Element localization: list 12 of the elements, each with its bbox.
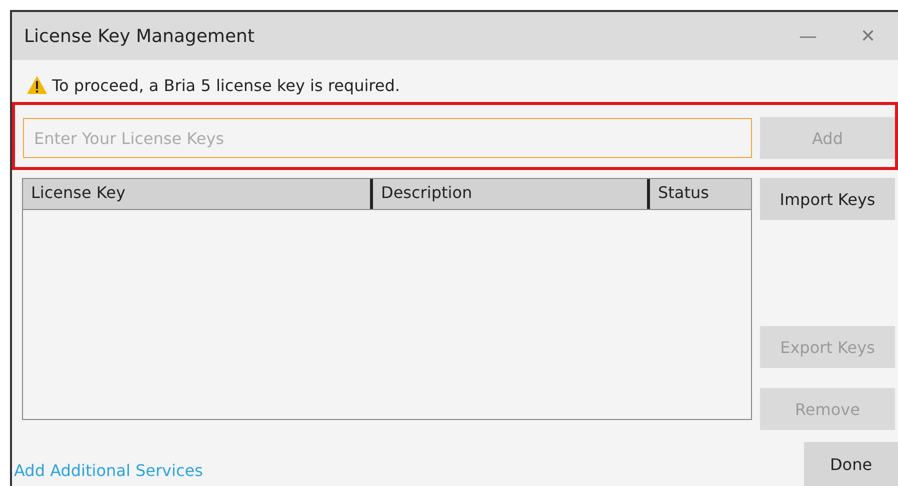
- close-button[interactable]: ✕: [838, 24, 898, 48]
- column-header[interactable]: Status: [650, 179, 751, 209]
- done-button[interactable]: Done: [804, 442, 898, 486]
- add-services-link[interactable]: Add Additional Services: [14, 461, 203, 486]
- minimize-button[interactable]: —: [778, 24, 838, 48]
- warning-message: To proceed, a Bria 5 license key is required.: [52, 76, 400, 94]
- column-header[interactable]: License Key: [23, 179, 373, 209]
- warning-icon: [26, 75, 48, 95]
- import-keys-button[interactable]: Import Keys: [760, 178, 895, 220]
- license-key-field[interactable]: Enter Your License Keys: [23, 118, 752, 158]
- column-header[interactable]: Description: [373, 179, 650, 209]
- window-title: License Key Management: [24, 26, 256, 46]
